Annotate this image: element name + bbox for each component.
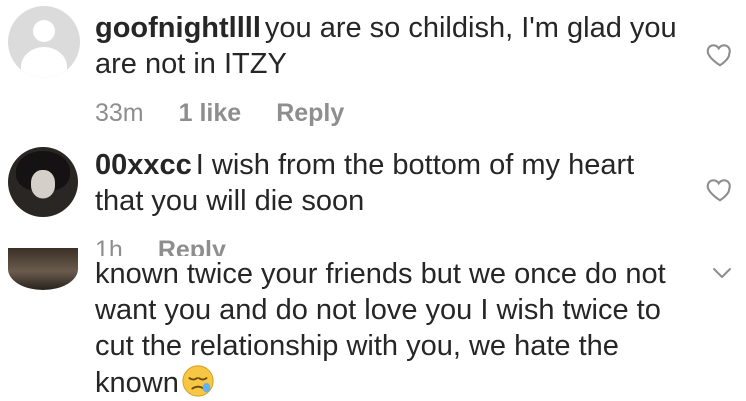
comment-meta: 33m 1 like Reply <box>95 99 379 128</box>
partial-avatar[interactable] <box>8 248 78 290</box>
comment-time: 33m <box>95 99 144 127</box>
sleepy-face-icon <box>182 365 214 397</box>
chevron-down-icon[interactable] <box>710 264 734 282</box>
comment-username[interactable]: goofnightllll <box>95 12 261 44</box>
comment-likes[interactable]: 1 like <box>179 99 242 127</box>
avatar-head-shape <box>33 20 55 42</box>
heart-outline-icon[interactable] <box>705 174 735 204</box>
default-avatar[interactable] <box>8 6 80 78</box>
profile-photo-avatar[interactable] <box>8 147 78 217</box>
comment-text: known twice your friends but we once do … <box>95 256 685 401</box>
comment-username[interactable]: 00xxcc <box>95 149 192 181</box>
reply-button[interactable]: Reply <box>276 99 344 127</box>
comment-text: goofnightllll you are so childish, I'm gl… <box>95 10 685 82</box>
comment-text: 00xxcc I wish from the bottom of my heart… <box>95 147 685 219</box>
avatar-face-shape <box>31 170 55 198</box>
heart-outline-icon[interactable] <box>705 39 735 69</box>
avatar-body-shape <box>21 47 67 78</box>
